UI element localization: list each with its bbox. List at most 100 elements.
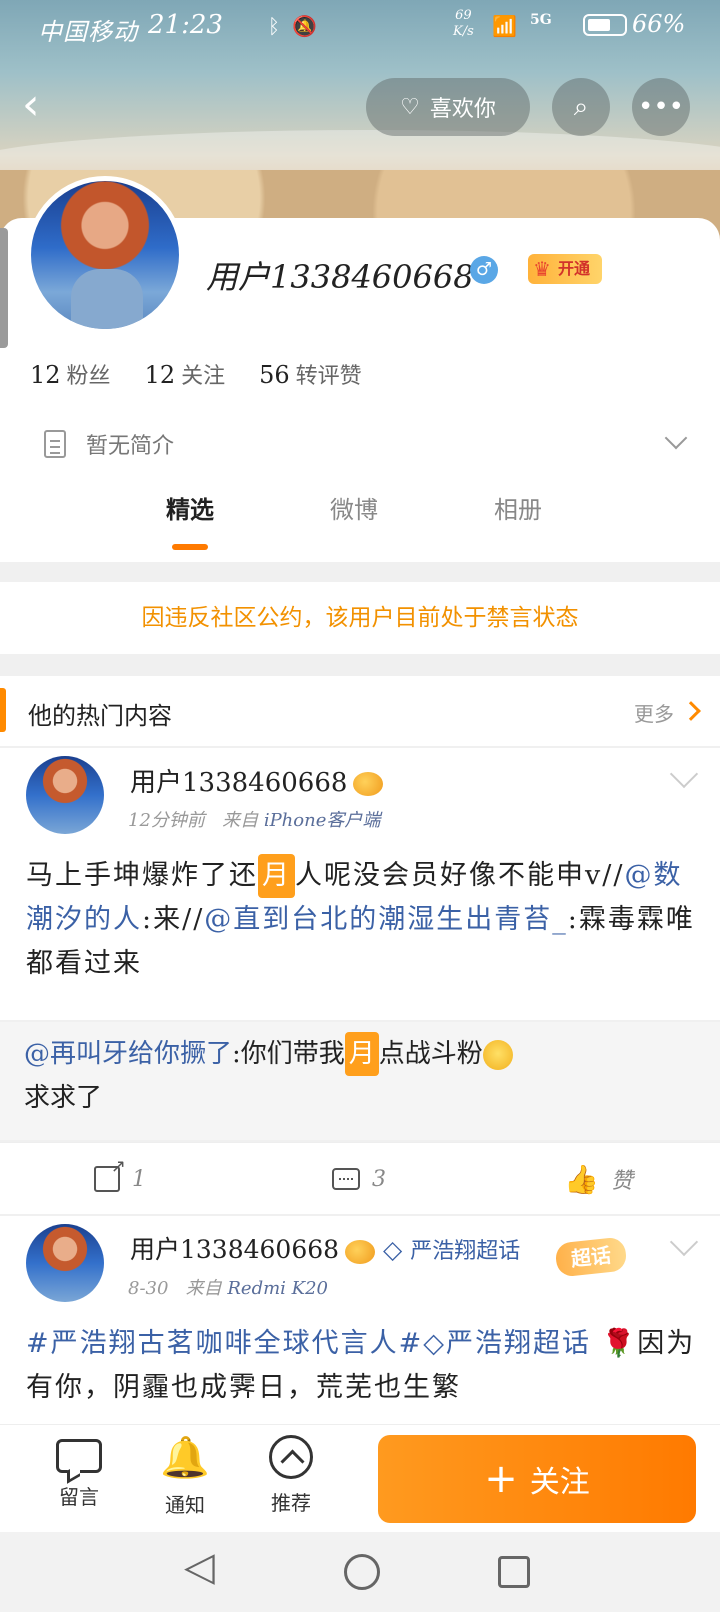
bluetooth-icon: ᛒ bbox=[268, 14, 280, 38]
more-button[interactable]: ••• bbox=[632, 78, 690, 136]
male-icon: ♂ bbox=[470, 256, 498, 284]
active-tab-indicator bbox=[172, 544, 208, 550]
topic-link[interactable]: 严浩翔超话 bbox=[410, 1239, 520, 1264]
like-you-label: 喜欢你 bbox=[429, 97, 496, 122]
hot-content-header: 他的热门内容 更多 bbox=[0, 676, 720, 746]
chevron-up-circle-icon bbox=[269, 1435, 313, 1479]
battery-level: 66% bbox=[632, 10, 686, 38]
search-icon: ⌕ bbox=[573, 91, 589, 122]
search-button[interactable]: ⌕ bbox=[552, 78, 610, 136]
post-source: Redmi K20 bbox=[227, 1278, 328, 1299]
share-button[interactable]: 1 bbox=[94, 1143, 146, 1215]
profile-intro[interactable]: 暂无简介 bbox=[44, 424, 694, 464]
fans-stat[interactable]: 12 粉丝 bbox=[30, 358, 111, 390]
nav-recents-icon[interactable] bbox=[498, 1556, 530, 1588]
mute-icon: 🔕 bbox=[292, 14, 317, 38]
bell-plus-icon: 🔔 bbox=[160, 1435, 210, 1481]
topic-link[interactable]: 严浩翔超话 bbox=[446, 1328, 591, 1359]
hand-heart-icon: ♡ bbox=[400, 94, 420, 120]
moon-emoji: 月 bbox=[258, 854, 295, 898]
rose-icon: 🌹 bbox=[601, 1328, 638, 1359]
pufferfish-icon bbox=[353, 772, 384, 796]
tab-weibo[interactable]: 微博 bbox=[330, 490, 378, 525]
following-stat[interactable]: 12 关注 bbox=[145, 358, 226, 390]
profile-username: 用户1338460668 bbox=[206, 258, 474, 296]
ban-notice: 因违反社区公约，该用户目前处于禁言状态 bbox=[0, 582, 720, 654]
back-button[interactable]: ‹ bbox=[22, 80, 62, 130]
comment-count: 3 bbox=[372, 1166, 386, 1192]
more-icon: ••• bbox=[637, 92, 684, 122]
tab-featured[interactable]: 精选 bbox=[166, 490, 214, 525]
message-icon bbox=[56, 1439, 102, 1473]
system-nav-bar bbox=[0, 1532, 720, 1612]
post-username[interactable]: 用户1338460668 ◇ 严浩翔超话 bbox=[130, 1230, 520, 1266]
intro-text: 暂无简介 bbox=[86, 434, 175, 459]
avatar[interactable] bbox=[26, 176, 184, 334]
post-card[interactable]: 用户1338460668 12分钟前 来自 iPhone客户端 马上手坤爆炸了还… bbox=[0, 748, 720, 1020]
comment-icon bbox=[332, 1168, 360, 1190]
status-bar: 中国移动 21:23 ᛒ 🔕 69 K/s 📶 5G 66% bbox=[0, 0, 720, 56]
likes-stat[interactable]: 56 转评赞 bbox=[259, 358, 362, 390]
diamond-icon: ◇ bbox=[383, 1235, 403, 1264]
battery-icon bbox=[583, 14, 627, 36]
comment-button[interactable]: 3 bbox=[332, 1143, 386, 1215]
post-menu-chevron-icon[interactable] bbox=[669, 759, 699, 789]
post-avatar[interactable] bbox=[26, 756, 104, 834]
net-speed: 69 K/s bbox=[453, 8, 474, 39]
post-meta: 12分钟前 来自 iPhone客户端 bbox=[128, 806, 380, 832]
repost-block[interactable]: @再叫牙给你撅了:你们带我月点战斗粉 求求了 bbox=[0, 1022, 720, 1140]
post-time: 12分钟前 bbox=[128, 810, 205, 831]
follow-label: 关注 bbox=[529, 1465, 590, 1500]
diamond-icon: ◇ bbox=[423, 1328, 447, 1359]
post-meta: 8-30 来自 Redmi K20 bbox=[128, 1274, 328, 1300]
hot-content-title: 他的热门内容 bbox=[28, 702, 172, 730]
more-link[interactable]: 更多 bbox=[634, 698, 674, 727]
network-type: 5G bbox=[530, 12, 552, 28]
post-avatar[interactable] bbox=[26, 1224, 104, 1302]
section-accent bbox=[0, 688, 6, 732]
plus-icon: + bbox=[484, 1456, 518, 1502]
wifi-icon: 📶 bbox=[492, 14, 517, 38]
profile-tabs: 精选 微博 相册 bbox=[0, 490, 720, 550]
post-source: iPhone客户端 bbox=[263, 810, 381, 831]
recommend-label: 推荐 bbox=[271, 1491, 311, 1515]
repost-text: @再叫牙给你撅了:你们带我月点战斗粉 求求了 bbox=[24, 1032, 694, 1120]
source-prefix: 来自 bbox=[222, 810, 259, 831]
message-button[interactable]: 留言 bbox=[44, 1435, 114, 1510]
notify-label: 通知 bbox=[165, 1493, 205, 1517]
follow-button[interactable]: + 关注 bbox=[378, 1435, 696, 1523]
post-actions: 1 3 👍 赞 bbox=[0, 1142, 720, 1214]
like-label: 赞 bbox=[610, 1169, 633, 1194]
thumbs-up-icon: 👍 bbox=[564, 1162, 599, 1196]
hashtag-link[interactable]: #严浩翔古茗咖啡全球代言人# bbox=[26, 1328, 423, 1359]
post-username[interactable]: 用户1338460668 bbox=[130, 762, 384, 799]
source-prefix: 来自 bbox=[185, 1278, 222, 1299]
bottom-action-bar: 留言 🔔 通知 推荐 + 关注 bbox=[0, 1424, 720, 1532]
share-count: 1 bbox=[132, 1166, 146, 1192]
mention-link[interactable]: @直到台北的潮湿生出青苔_ bbox=[204, 904, 568, 935]
vip-activate-button[interactable]: 开通 bbox=[528, 254, 602, 284]
chevron-down-icon[interactable] bbox=[664, 426, 688, 450]
profile-stats: 12 粉丝 12 关注 56 转评赞 bbox=[30, 358, 362, 390]
edge-handle bbox=[0, 228, 8, 348]
share-icon bbox=[94, 1156, 126, 1192]
carrier: 中国移动 bbox=[38, 18, 138, 46]
like-you-button[interactable]: ♡ 喜欢你 bbox=[366, 78, 530, 136]
notify-button[interactable]: 🔔 通知 bbox=[150, 1435, 220, 1518]
recommend-button[interactable]: 推荐 bbox=[256, 1435, 326, 1516]
message-label: 留言 bbox=[59, 1485, 99, 1509]
moon-emoji: 月 bbox=[344, 1032, 379, 1076]
tab-album[interactable]: 相册 bbox=[494, 490, 542, 525]
pufferfish-icon bbox=[345, 1239, 376, 1264]
nav-back-icon[interactable] bbox=[184, 1544, 216, 1590]
document-icon bbox=[44, 430, 66, 458]
chevron-right-icon[interactable] bbox=[681, 701, 701, 721]
nav-home-icon[interactable] bbox=[344, 1554, 380, 1590]
mention-link[interactable]: @再叫牙给你撅了 bbox=[24, 1039, 232, 1069]
post-text[interactable]: #严浩翔古茗咖啡全球代言人#◇严浩翔超话 🌹因为有你，阴霾也成霁日，荒芜也生繁 bbox=[26, 1322, 696, 1410]
post-text[interactable]: 马上手坤爆炸了还月人呢没会员好像不能申v//@数潮汐的人:来//@直到台北的潮湿… bbox=[26, 854, 696, 986]
like-button[interactable]: 👍 赞 bbox=[564, 1143, 633, 1215]
clock: 21:23 bbox=[148, 10, 223, 40]
post-menu-chevron-icon[interactable] bbox=[669, 1227, 699, 1257]
post-time: 8-30 bbox=[128, 1278, 169, 1299]
